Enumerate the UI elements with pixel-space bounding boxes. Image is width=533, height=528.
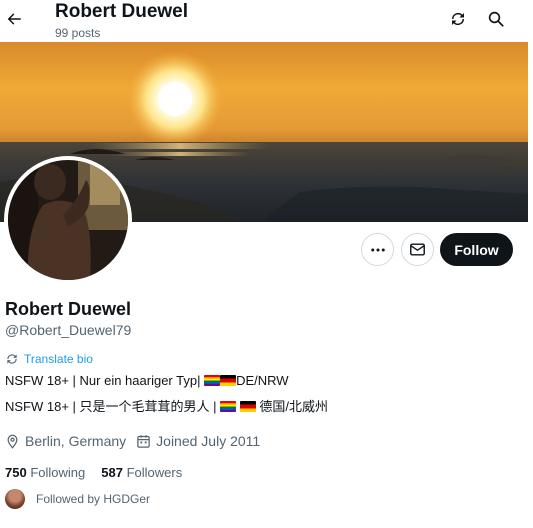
posts-count: 99 posts <box>55 26 101 40</box>
join-date-text: Joined July 2011 <box>156 433 261 449</box>
bio-line-1-text: NSFW 18+ | Nur ein haariger Typ| <box>5 373 201 388</box>
follow-button[interactable]: Follow <box>440 233 513 266</box>
message-button[interactable] <box>401 233 434 266</box>
following-count: 750 <box>5 465 27 480</box>
followed-by[interactable]: Followed by HGDGer <box>5 489 150 509</box>
germany-flag-icon <box>239 401 256 412</box>
message-icon <box>410 243 425 256</box>
user-handle: @Robert_Duewel79 <box>5 322 132 338</box>
followers-count: 587 <box>101 465 123 480</box>
back-button[interactable] <box>3 6 25 32</box>
more-dots-icon <box>370 248 385 251</box>
following-link[interactable]: 750 Following <box>5 465 85 480</box>
bio-line-2-text: NSFW 18+ | 只是一个毛茸茸的男人 | <box>5 399 217 414</box>
back-arrow-icon <box>7 13 21 25</box>
bio-line-2: NSFW 18+ | 只是一个毛茸茸的男人 | 德国/北威州 <box>5 398 328 416</box>
location-pin-icon <box>7 434 18 449</box>
followers-label: Followers <box>126 465 183 480</box>
display-name: Robert Duewel <box>5 299 132 319</box>
rainbow-flag-icon <box>204 375 221 386</box>
bio-line-1: NSFW 18+ | Nur ein haariger Typ| DE/NRW <box>5 372 289 390</box>
more-button[interactable] <box>361 233 394 266</box>
header-name: Robert Duewel <box>55 1 189 22</box>
translate-button[interactable] <box>447 8 469 30</box>
right-edge <box>528 0 533 528</box>
profile-avatar[interactable] <box>4 156 132 284</box>
location-text: Berlin, Germany <box>25 433 127 449</box>
search-button[interactable] <box>485 8 507 30</box>
rainbow-flag-icon <box>220 401 237 412</box>
header-title-block: Robert Duewel 99 posts <box>55 1 188 41</box>
translate-icon <box>452 13 464 25</box>
germany-flag-icon <box>220 375 237 386</box>
top-bar: Robert Duewel 99 posts <box>0 0 533 42</box>
follower-avatar <box>5 489 25 509</box>
bio-line-1-suffix: DE/NRW <box>236 373 289 388</box>
calendar-icon <box>137 434 150 448</box>
follow-stats: 750 Following 587 Followers <box>5 465 198 480</box>
search-icon <box>488 11 504 27</box>
followers-link[interactable]: 587 Followers <box>101 465 182 480</box>
join-date: Joined July 2011 <box>136 433 260 449</box>
avatar-image <box>8 160 128 280</box>
following-label: Following <box>30 465 86 480</box>
translate-bio-link[interactable]: Translate bio <box>5 352 93 366</box>
translate-bio-label: Translate bio <box>24 352 93 366</box>
followed-by-text: Followed by HGDGer <box>36 492 151 506</box>
profile-meta: Berlin, Germany Joined July 2011 <box>5 433 270 449</box>
location: Berlin, Germany <box>5 433 126 449</box>
bio-line-2-suffix: 德国/北威州 <box>259 399 329 414</box>
translate-icon <box>7 354 17 364</box>
